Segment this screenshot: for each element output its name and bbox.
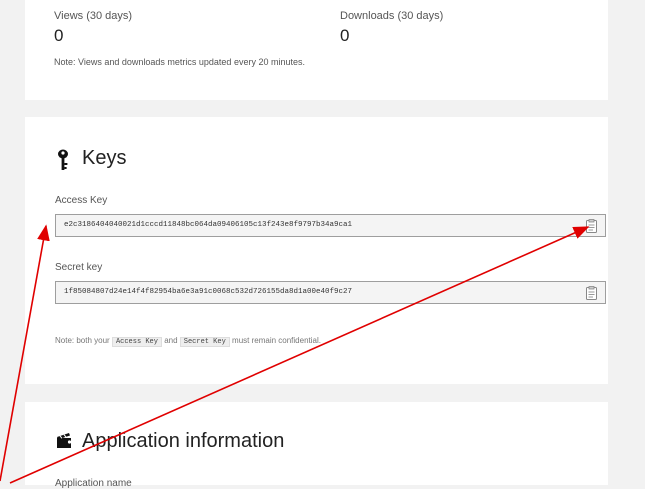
note-suffix: must remain confidential. (232, 336, 321, 345)
secret-key-value[interactable]: 1f85084807d24e14f4f82954ba6e3a91c0068c53… (64, 288, 352, 296)
app-info-card: Application information Application name (25, 402, 608, 489)
stats-card: Views (30 days) 0 Downloads (30 days) 0 … (25, 0, 608, 100)
confidentiality-note: Note: both your Access Key and Secret Ke… (55, 336, 321, 347)
keys-title: Keys (82, 147, 127, 169)
note-and: and (164, 336, 178, 345)
note-code-access: Access Key (111, 337, 162, 347)
downloads-value: 0 (340, 26, 350, 45)
secret-key-field[interactable]: 1f85084807d24e14f4f82954ba6e3a91c0068c53… (55, 281, 606, 304)
app-name-label: Application name (55, 478, 132, 489)
note-code-secret: Secret Key (179, 337, 230, 347)
app-info-title: Application information (82, 430, 285, 452)
views-label: Views (30 days) (54, 10, 133, 22)
access-key-value[interactable]: e2c3186404040021d1cccd11848bc064da094061… (64, 221, 352, 229)
downloads-stat: Downloads (30 days) 0 (340, 10, 443, 46)
note-prefix: Note: both your (55, 336, 110, 345)
copy-access-key-icon[interactable] (586, 219, 597, 233)
views-value: 0 (54, 26, 64, 45)
copy-secret-key-icon[interactable] (586, 286, 597, 300)
keys-heading: Keys (56, 147, 126, 170)
key-icon (58, 149, 68, 170)
clapperboard-icon (57, 433, 72, 448)
downloads-label: Downloads (30 days) (340, 10, 444, 22)
app-info-heading: Application information (56, 430, 284, 453)
keys-card: Keys Access Key e2c3186404040021d1cccd11… (25, 117, 608, 384)
views-stat: Views (30 days) 0 (54, 10, 132, 46)
metrics-note: Note: Views and downloads metrics update… (54, 57, 305, 67)
access-key-field[interactable]: e2c3186404040021d1cccd11848bc064da094061… (55, 214, 606, 237)
secret-key-label: Secret key (55, 262, 103, 273)
access-key-label: Access Key (55, 195, 108, 206)
